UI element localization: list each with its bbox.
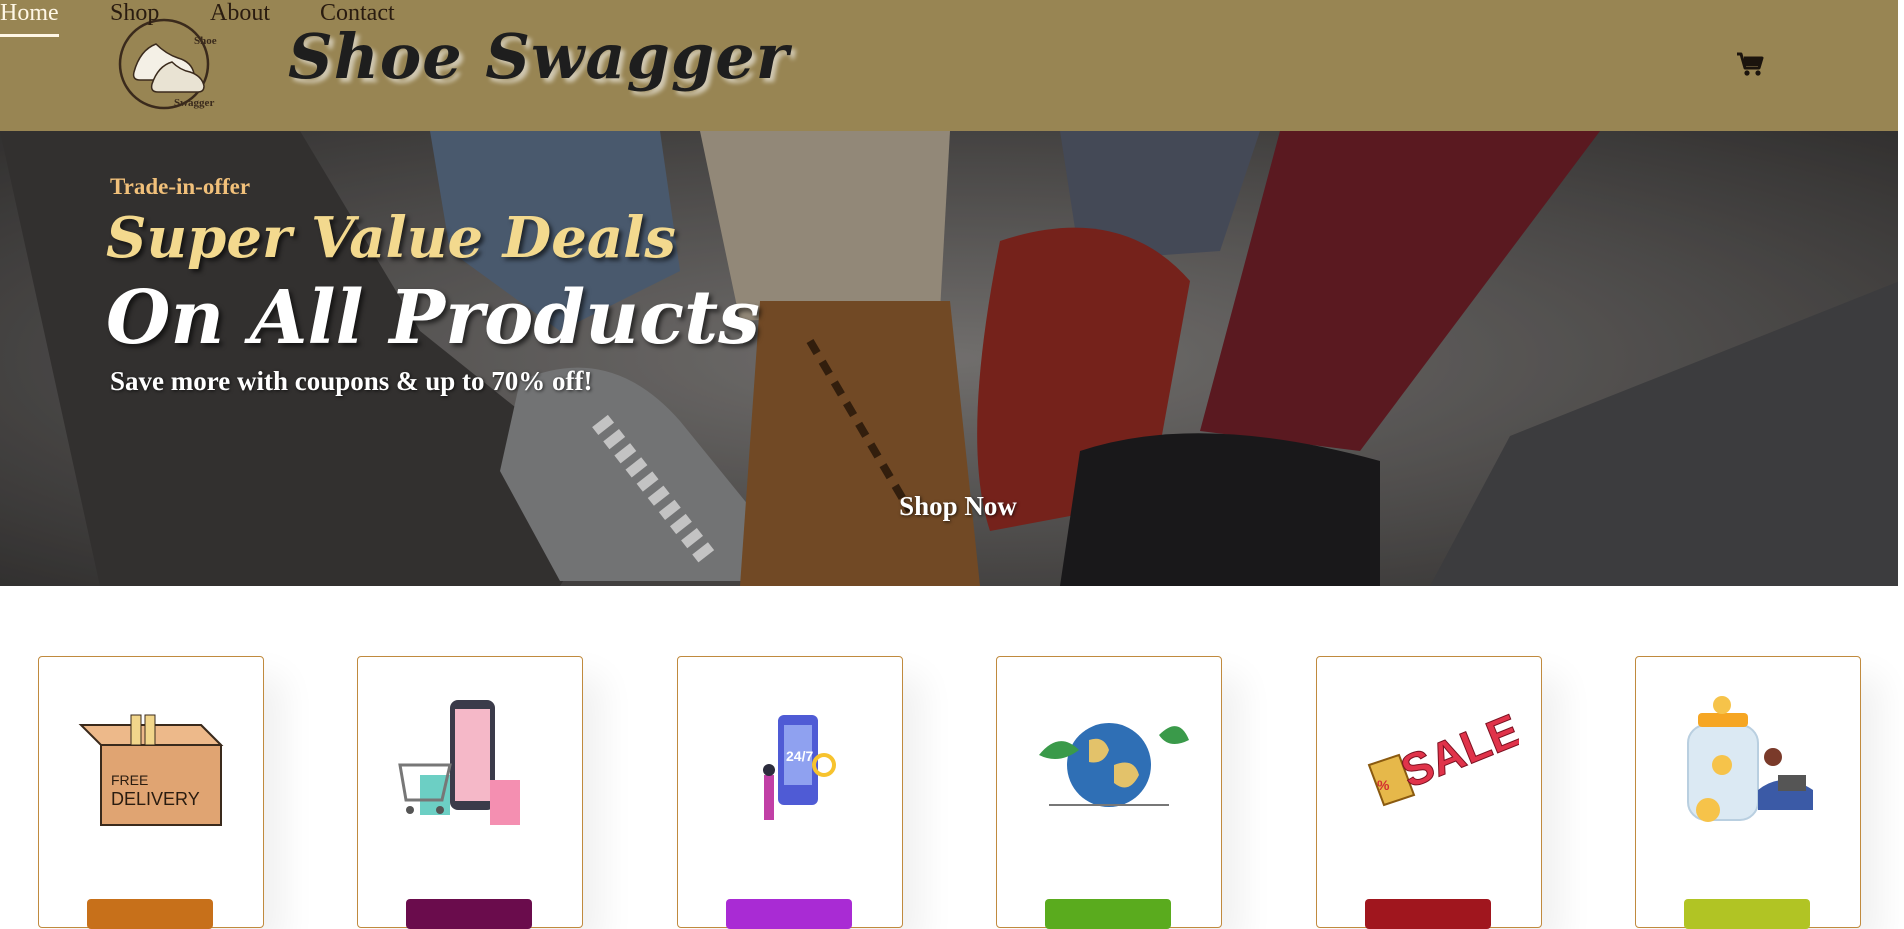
hero-headline-2: On All Products bbox=[106, 275, 760, 361]
feature-card-free-delivery[interactable]: FREE DELIVERY bbox=[38, 656, 264, 929]
nav-home[interactable]: Home bbox=[0, 0, 59, 37]
feature-label bbox=[406, 899, 532, 929]
support-24-7-icon: 24/7 bbox=[763, 715, 836, 820]
global-world-icon bbox=[1039, 723, 1189, 807]
online-order-phone-icon bbox=[398, 700, 520, 825]
shoe-swagger-logo[interactable]: Shoe Swagger bbox=[112, 14, 232, 114]
feature-label bbox=[726, 899, 852, 929]
feature-card-global[interactable] bbox=[996, 656, 1222, 929]
feature-label bbox=[1365, 899, 1491, 929]
svg-text:DELIVERY: DELIVERY bbox=[111, 789, 200, 809]
hero-subtext: Save more with coupons & up to 70% off! bbox=[110, 366, 593, 396]
svg-text:Shoe: Shoe bbox=[194, 35, 217, 47]
nav-shop[interactable]: Shop bbox=[110, 0, 159, 27]
feature-label bbox=[87, 899, 213, 929]
svg-text:Swagger: Swagger bbox=[174, 97, 214, 109]
nav-about[interactable]: About bbox=[210, 0, 270, 27]
svg-text:%: % bbox=[1377, 777, 1390, 793]
feature-label bbox=[1684, 899, 1810, 929]
svg-text:24/7: 24/7 bbox=[786, 748, 813, 764]
hero-headline-1: Super Value Deals bbox=[106, 205, 676, 271]
svg-text:SALE: SALE bbox=[1394, 704, 1519, 798]
shopping-cart-icon[interactable] bbox=[1736, 51, 1764, 77]
feature-card-support[interactable]: 24/7 bbox=[677, 656, 903, 929]
hero-kicker: Trade-in-offer bbox=[110, 174, 251, 199]
shop-now-button[interactable]: Shop Now bbox=[870, 486, 1046, 526]
save-money-jar-icon bbox=[1687, 696, 1813, 822]
nav-contact[interactable]: Contact bbox=[320, 0, 395, 27]
sale-tag-icon: % SALE bbox=[1367, 703, 1519, 807]
free-delivery-box-icon: FREE DELIVERY bbox=[78, 714, 224, 826]
feature-card-sale[interactable]: % SALE bbox=[1316, 656, 1542, 929]
feature-label bbox=[1045, 899, 1171, 929]
site-header: Shoe Swagger Shoe Swagger Home Shop Abou… bbox=[0, 0, 1898, 131]
svg-text:FREE: FREE bbox=[111, 772, 148, 788]
feature-card-save-money[interactable] bbox=[1635, 656, 1861, 929]
feature-card-online-order[interactable] bbox=[357, 656, 583, 929]
site-title: Shoe Swagger bbox=[288, 20, 790, 93]
